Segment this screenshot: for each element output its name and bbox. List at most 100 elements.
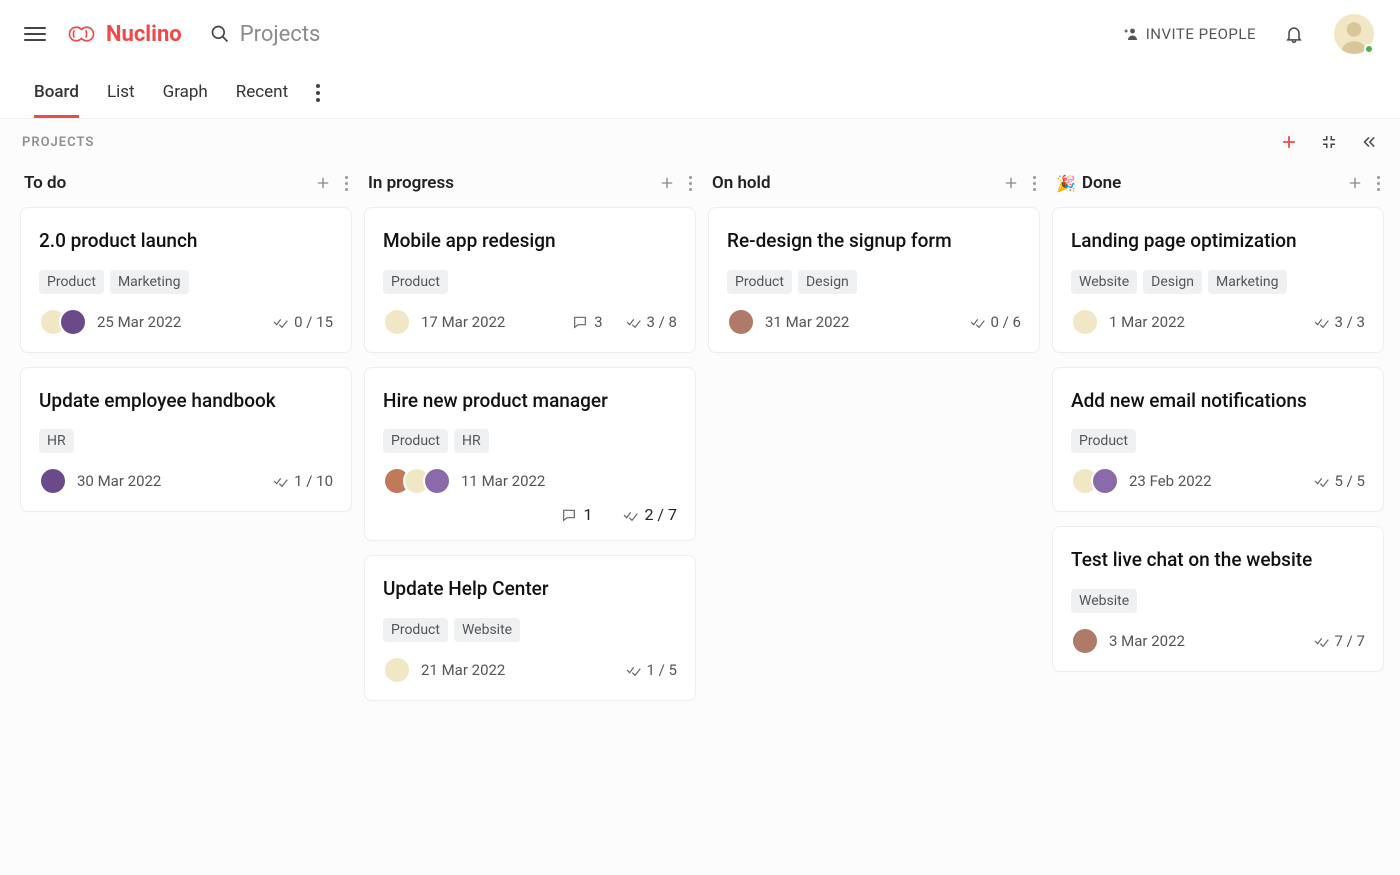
card-date: 30 Mar 2022 (77, 472, 161, 490)
checklist-icon (1313, 473, 1329, 489)
column-title[interactable]: In progress (368, 173, 454, 193)
tag[interactable]: Product (383, 618, 448, 642)
tag[interactable]: Marketing (1208, 270, 1287, 294)
card[interactable]: Update Help CenterProductWebsite21 Mar 2… (364, 555, 696, 701)
card-date: 21 Mar 2022 (421, 661, 505, 679)
card[interactable]: Hire new product managerProductHR11 Mar … (364, 367, 696, 542)
column-title[interactable]: To do (24, 173, 66, 193)
card-title: Landing page optimization (1071, 228, 1365, 254)
card-assignees[interactable] (383, 467, 451, 495)
tab-list[interactable]: List (107, 68, 135, 118)
tag[interactable]: Design (798, 270, 857, 294)
card-checklist[interactable]: 0 / 15 (272, 313, 333, 331)
tag[interactable]: Product (39, 270, 104, 294)
tag[interactable]: Website (1071, 270, 1137, 294)
tab-graph[interactable]: Graph (163, 68, 208, 118)
tag[interactable]: Design (1143, 270, 1202, 294)
card[interactable]: 2.0 product launchProductMarketing25 Mar… (20, 207, 352, 353)
avatar (383, 308, 411, 336)
tab-recent[interactable]: Recent (236, 68, 288, 118)
tag[interactable]: Product (1071, 429, 1136, 453)
checklist-icon (625, 662, 641, 678)
card-assignees[interactable] (1071, 467, 1119, 495)
column-add-card-button[interactable] (1003, 175, 1019, 191)
add-column-button[interactable] (1280, 133, 1298, 151)
card-tags: WebsiteDesignMarketing (1071, 270, 1365, 294)
card-date: 25 Mar 2022 (97, 313, 181, 331)
card[interactable]: Re-design the signup formProductDesign31… (708, 207, 1040, 353)
card-checklist[interactable]: 0 / 6 (969, 313, 1022, 331)
column-onhold: On hold Re-design the signup formProductD… (708, 167, 1040, 367)
avatar (39, 467, 67, 495)
column-add-card-button[interactable] (1347, 175, 1363, 191)
card-meta-row: 21 Mar 2022 1 / 5 (383, 656, 677, 684)
column-todo: To do 2.0 product launchProductMarketing2… (20, 167, 352, 526)
column-add-card-button[interactable] (315, 175, 331, 191)
avatar (1091, 467, 1119, 495)
card-comments[interactable]: 3 (572, 313, 602, 331)
tag[interactable]: HR (39, 429, 74, 453)
menu-icon[interactable] (24, 23, 46, 45)
bell-icon (1284, 23, 1304, 45)
tag[interactable]: HR (454, 429, 489, 453)
card-tags: Website (1071, 589, 1365, 613)
card[interactable]: Landing page optimization WebsiteDesignMa… (1052, 207, 1384, 353)
column-more-icon[interactable] (1033, 176, 1036, 191)
tab-board[interactable]: Board (34, 68, 79, 118)
card-checklist[interactable]: 5 / 5 (1313, 472, 1366, 490)
card[interactable]: Test live chat on the websiteWebsite3 Ma… (1052, 526, 1384, 672)
avatar (423, 467, 451, 495)
checklist-icon (272, 473, 288, 489)
tag[interactable]: Marketing (110, 270, 189, 294)
comment-icon (561, 507, 577, 523)
card[interactable]: Add new email notificationsProduct23 Feb… (1052, 367, 1384, 513)
search-box[interactable]: Projects (210, 22, 1122, 47)
chevrons-left-icon (1360, 133, 1378, 151)
avatar (727, 308, 755, 336)
tag[interactable]: Product (727, 270, 792, 294)
column-inprogress: In progress Mobile app redesignProduct17 … (364, 167, 696, 715)
card-checklist[interactable]: 2 / 7 (622, 505, 677, 524)
card-checklist[interactable]: 1 / 5 (625, 661, 678, 679)
collapse-panel-button[interactable] (1360, 133, 1378, 151)
notifications-button[interactable] (1284, 23, 1304, 45)
breadcrumb: PROJECTS (22, 135, 94, 150)
card-comments[interactable]: 1 (561, 505, 592, 524)
card-assignees[interactable] (383, 656, 411, 684)
checklist-icon (622, 507, 638, 523)
card-title: Update employee handbook (39, 388, 333, 414)
avatar (1071, 308, 1099, 336)
column-title[interactable]: On hold (712, 173, 771, 193)
current-user-avatar[interactable] (1332, 12, 1376, 56)
card-assignees[interactable] (383, 308, 411, 336)
invite-people-button[interactable]: INVITE PEOPLE (1122, 25, 1256, 43)
card-checklist[interactable]: 3 / 3 (1313, 313, 1366, 331)
tag[interactable]: Product (383, 270, 448, 294)
card-checklist[interactable]: 7 / 7 (1313, 632, 1366, 650)
tabs-more-icon[interactable] (316, 84, 332, 102)
card-checklist[interactable]: 1 / 10 (272, 472, 333, 490)
tag[interactable]: Website (454, 618, 520, 642)
card-assignees[interactable] (39, 308, 87, 336)
app-logo[interactable]: Nuclino (62, 20, 182, 48)
card-assignees[interactable] (39, 467, 67, 495)
column-header: In progress (364, 167, 696, 207)
card-assignees[interactable] (1071, 627, 1099, 655)
comment-icon (572, 314, 588, 330)
tag[interactable]: Product (383, 429, 448, 453)
fit-view-button[interactable] (1320, 133, 1338, 151)
card[interactable]: Mobile app redesignProduct17 Mar 202233 … (364, 207, 696, 353)
card-assignees[interactable] (727, 308, 755, 336)
column-title[interactable]: 🎉Done (1056, 173, 1121, 193)
card[interactable]: Update employee handbook HR 30 Mar 2022 1 /… (20, 367, 352, 513)
card-assignees[interactable] (1071, 308, 1099, 336)
card-checklist[interactable]: 3 / 8 (625, 313, 678, 331)
tag[interactable]: Website (1071, 589, 1137, 613)
column-more-icon[interactable] (1377, 176, 1380, 191)
column-more-icon[interactable] (689, 176, 692, 191)
column-more-icon[interactable] (345, 176, 348, 191)
checklist-icon (272, 314, 288, 330)
card-date: 3 Mar 2022 (1109, 632, 1185, 650)
card-date: 31 Mar 2022 (765, 313, 849, 331)
column-add-card-button[interactable] (659, 175, 675, 191)
